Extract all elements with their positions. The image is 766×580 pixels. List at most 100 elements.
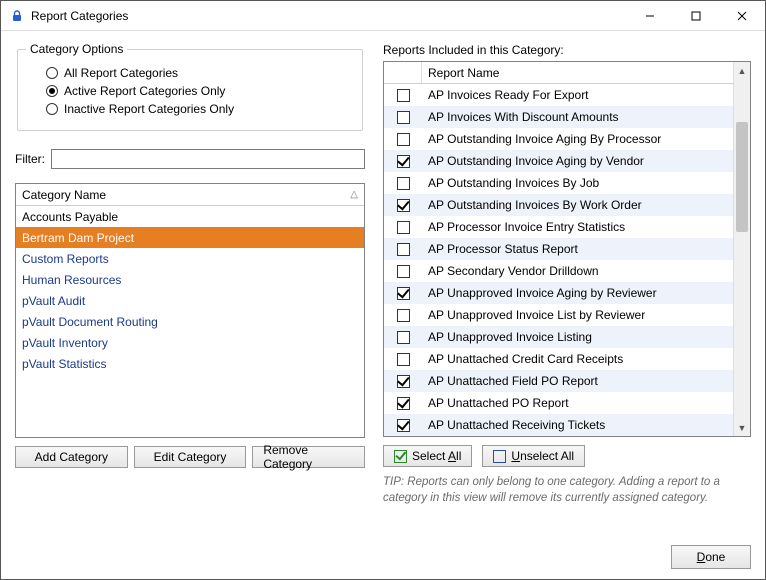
scroll-thumb[interactable] (736, 122, 748, 232)
report-name: AP Unapproved Invoice Aging by Reviewer (422, 286, 733, 300)
category-list: Category Name △ Accounts Payable Bertram … (15, 183, 365, 438)
radio-icon (46, 67, 58, 79)
reports-header[interactable]: Report Name (384, 62, 733, 84)
report-checkbox[interactable] (397, 419, 410, 432)
report-checkbox[interactable] (397, 177, 410, 190)
category-row[interactable]: Human Resources (16, 269, 364, 290)
selection-buttons: Select All Unselect All (383, 445, 751, 467)
window-buttons (627, 1, 765, 30)
report-row[interactable]: AP Processor Status Report (384, 238, 733, 260)
report-checkbox[interactable] (397, 309, 410, 322)
report-name: AP Unattached Receiving Tickets (422, 418, 733, 432)
remove-category-button[interactable]: Remove Category (252, 446, 365, 468)
report-row[interactable]: AP Secondary Vendor Drilldown (384, 260, 733, 282)
add-category-button[interactable]: Add Category (15, 446, 128, 468)
radio-label: Active Report Categories Only (64, 84, 225, 98)
radio-icon (46, 103, 58, 115)
close-button[interactable] (719, 1, 765, 30)
report-checkbox[interactable] (397, 111, 410, 124)
category-name: Accounts Payable (22, 210, 118, 224)
filter-input[interactable] (51, 149, 365, 169)
report-checkbox[interactable] (397, 199, 410, 212)
report-row[interactable]: AP Unattached Credit Card Receipts (384, 348, 733, 370)
report-checkbox[interactable] (397, 353, 410, 366)
report-row[interactable]: AP Outstanding Invoices By Job (384, 172, 733, 194)
category-row[interactable]: pVault Inventory (16, 332, 364, 353)
footer: Done (1, 535, 765, 579)
category-name: pVault Statistics (22, 357, 106, 371)
report-checkbox[interactable] (397, 243, 410, 256)
report-checkbox[interactable] (397, 331, 410, 344)
window-title: Report Categories (31, 9, 627, 23)
category-options-group: Category Options All Report CategoriesAc… (17, 49, 363, 131)
report-row[interactable]: AP Outstanding Invoice Aging by Vendor (384, 150, 733, 172)
report-row[interactable]: AP Outstanding Invoices By Work Order (384, 194, 733, 216)
report-row[interactable]: AP Invoices Ready For Export (384, 84, 733, 106)
report-name: AP Outstanding Invoice Aging By Processo… (422, 132, 733, 146)
category-options-legend: Category Options (26, 42, 127, 56)
report-name: AP Outstanding Invoices By Job (422, 176, 733, 190)
done-button[interactable]: Done (671, 545, 751, 569)
category-header-label: Category Name (22, 188, 106, 202)
report-name: AP Invoices With Discount Amounts (422, 110, 733, 124)
scroll-up-icon[interactable]: ▲ (734, 62, 750, 79)
report-checkbox[interactable] (397, 397, 410, 410)
report-name: AP Processor Invoice Entry Statistics (422, 220, 733, 234)
radio-icon (46, 85, 58, 97)
category-row[interactable]: Custom Reports (16, 248, 364, 269)
category-buttons: Add Category Edit Category Remove Catego… (15, 446, 365, 468)
reports-scrollbar[interactable]: ▲ ▼ (733, 62, 750, 436)
report-name: AP Unattached PO Report (422, 396, 733, 410)
radio-label: All Report Categories (64, 66, 178, 80)
category-row[interactable]: pVault Document Routing (16, 311, 364, 332)
check-icon (394, 450, 407, 463)
radio-option[interactable]: Inactive Report Categories Only (46, 102, 334, 116)
category-name: Bertram Dam Project (22, 231, 134, 245)
radio-option[interactable]: Active Report Categories Only (46, 84, 334, 98)
report-name: AP Unapproved Invoice Listing (422, 330, 733, 344)
category-row[interactable]: pVault Statistics (16, 353, 364, 374)
category-list-header[interactable]: Category Name △ (16, 184, 364, 206)
scroll-down-icon[interactable]: ▼ (734, 419, 750, 436)
minimize-button[interactable] (627, 1, 673, 30)
report-row[interactable]: AP Processor Invoice Entry Statistics (384, 216, 733, 238)
reports-list: Report Name AP Invoices Ready For Export… (383, 61, 751, 437)
unselect-all-button[interactable]: Unselect All (482, 445, 585, 467)
report-row[interactable]: AP Unattached Field PO Report (384, 370, 733, 392)
select-all-button[interactable]: Select All (383, 445, 472, 467)
report-checkbox[interactable] (397, 155, 410, 168)
category-row[interactable]: Accounts Payable (16, 206, 364, 227)
report-row[interactable]: AP Unattached Receiving Tickets (384, 414, 733, 436)
left-column: Category Options All Report Categories Ac… (15, 43, 365, 525)
filter-row: Filter: (15, 149, 365, 169)
report-row[interactable]: AP Unattached PO Report (384, 392, 733, 414)
report-row[interactable]: AP Unapproved Invoice Aging by Reviewer (384, 282, 733, 304)
radio-option[interactable]: All Report Categories (46, 66, 334, 80)
report-checkbox[interactable] (397, 287, 410, 300)
body: Category Options All Report Categories Ac… (1, 31, 765, 535)
category-name: pVault Inventory (22, 336, 108, 350)
report-row[interactable]: AP Unapproved Invoice Listing (384, 326, 733, 348)
uncheck-icon (493, 450, 506, 463)
report-name: AP Outstanding Invoices By Work Order (422, 198, 733, 212)
app-lock-icon (9, 8, 25, 24)
report-checkbox[interactable] (397, 89, 410, 102)
report-checkbox[interactable] (397, 133, 410, 146)
report-name: AP Unattached Field PO Report (422, 374, 733, 388)
category-name: Custom Reports (22, 252, 109, 266)
maximize-button[interactable] (673, 1, 719, 30)
edit-category-button[interactable]: Edit Category (134, 446, 247, 468)
filter-label: Filter: (15, 152, 45, 166)
reports-header-label: Report Name (422, 62, 733, 83)
report-checkbox[interactable] (397, 221, 410, 234)
report-checkbox[interactable] (397, 265, 410, 278)
report-row[interactable]: AP Invoices With Discount Amounts (384, 106, 733, 128)
report-row[interactable]: AP Outstanding Invoice Aging By Processo… (384, 128, 733, 150)
report-row[interactable]: AP Unapproved Invoice List by Reviewer (384, 304, 733, 326)
report-name: AP Secondary Vendor Drilldown (422, 264, 733, 278)
report-checkbox[interactable] (397, 375, 410, 388)
tip-text: TIP: Reports can only belong to one cate… (383, 475, 751, 506)
report-name: AP Unattached Credit Card Receipts (422, 352, 733, 366)
category-row[interactable]: Bertram Dam Project (16, 227, 364, 248)
category-row[interactable]: pVault Audit (16, 290, 364, 311)
